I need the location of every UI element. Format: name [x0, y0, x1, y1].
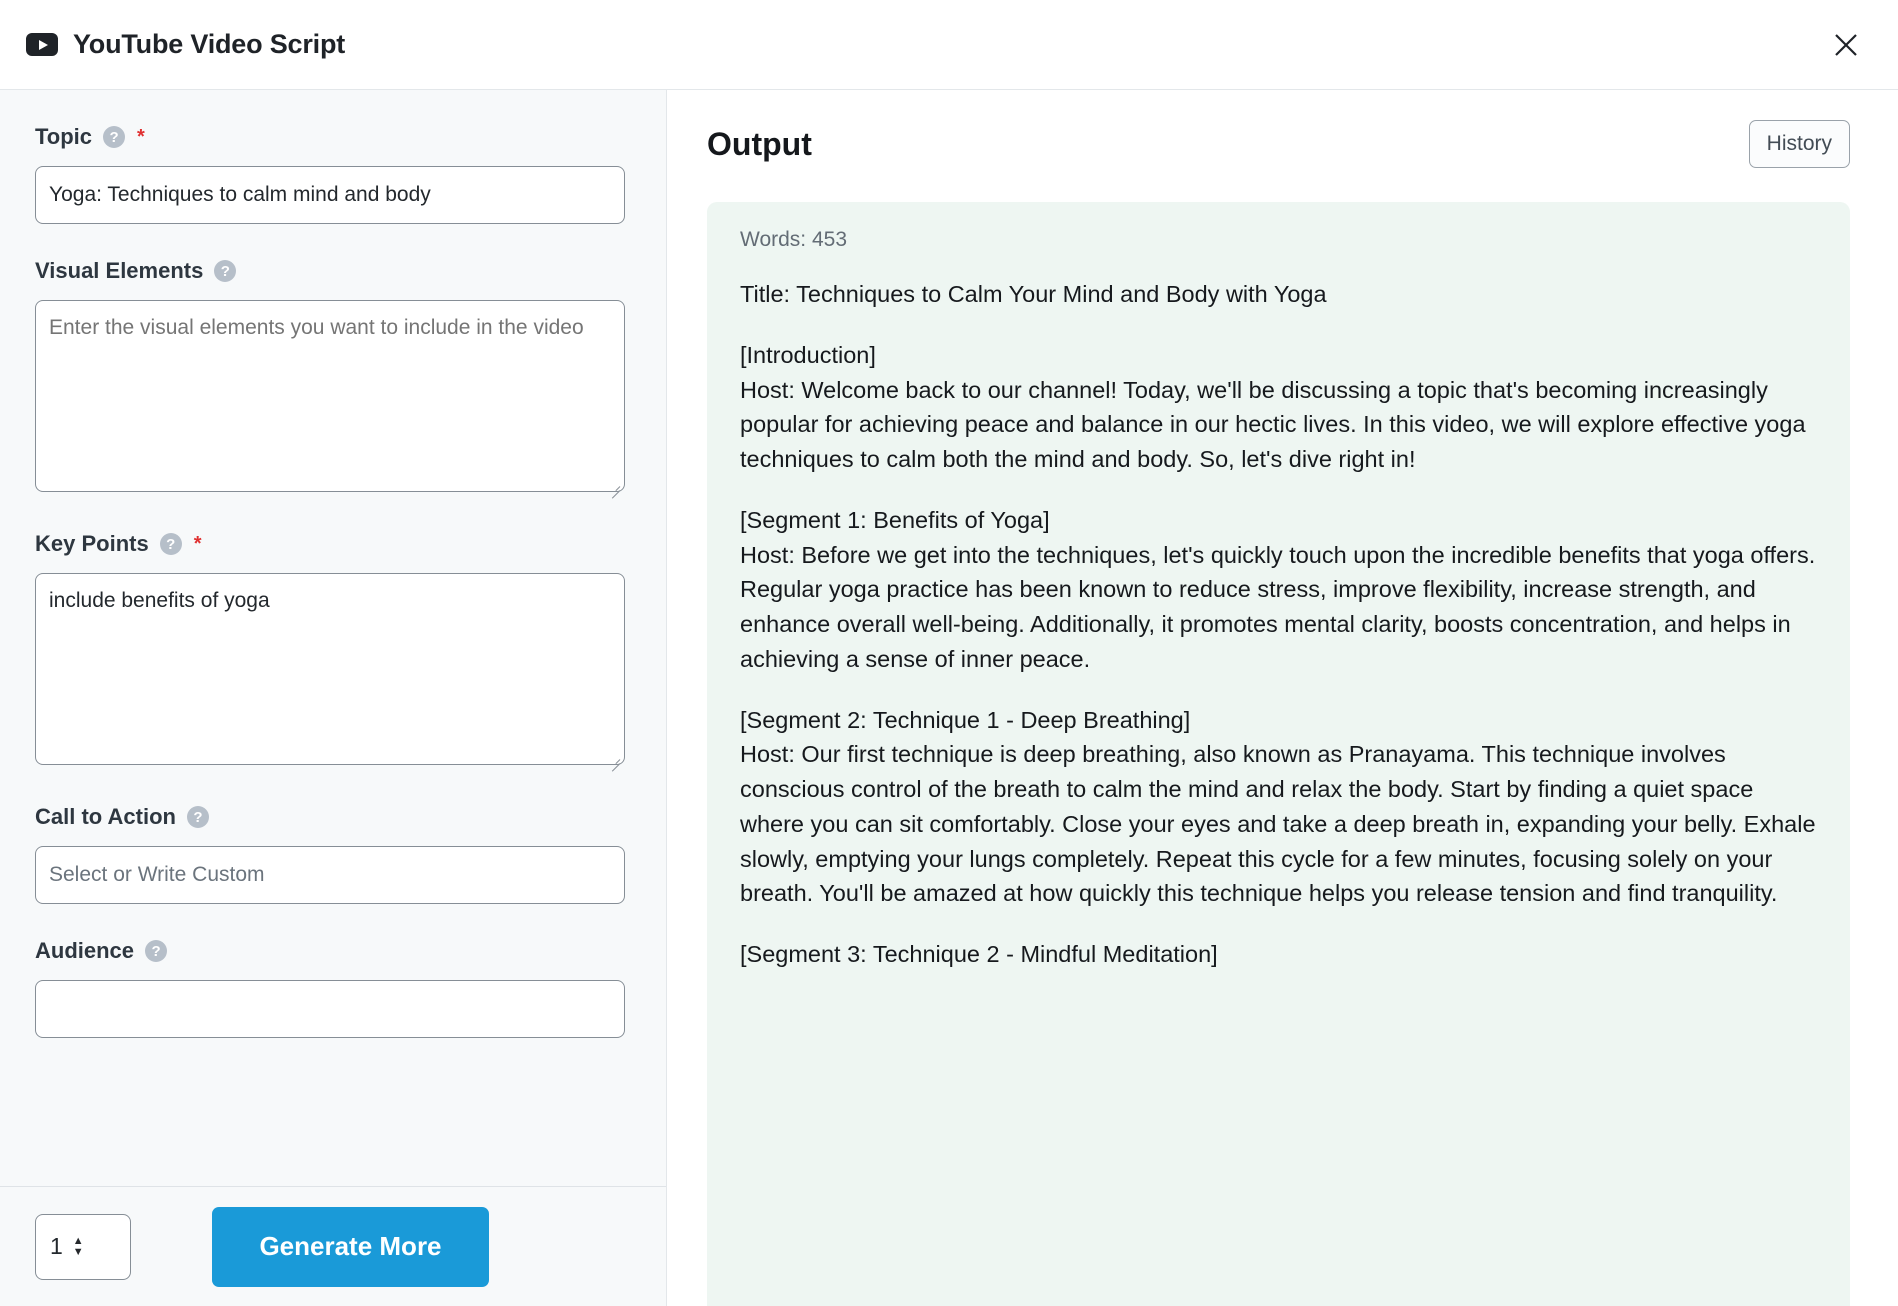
required-marker: * [193, 533, 202, 555]
stepper-arrows[interactable]: ▲ ▼ [73, 1235, 84, 1257]
field-topic: Topic ? * [35, 124, 631, 224]
required-marker: * [137, 126, 145, 148]
field-visual-elements-label: Visual Elements [35, 258, 204, 283]
output-title: Output [707, 125, 812, 162]
youtube-play-icon [26, 33, 58, 56]
form-panel: Topic ? * Visual Elements ? [0, 90, 667, 1306]
field-visual-elements-label-row: Visual Elements ? [35, 258, 631, 284]
help-circle-icon[interactable]: ? [214, 260, 237, 282]
output-panel: Output History Words: 453 Title: Techniq… [667, 90, 1898, 1306]
page-title: YouTube Video Script [73, 29, 346, 59]
field-call-to-action-label-row: Call to Action ? [35, 804, 631, 830]
help-circle-icon[interactable]: ? [145, 940, 168, 962]
key-points-textarea[interactable]: include benefits of yoga [35, 573, 625, 765]
field-audience: Audience ? [35, 938, 631, 1038]
field-topic-label-row: Topic ? * [35, 124, 631, 150]
generate-more-button[interactable]: Generate More [212, 1206, 489, 1287]
close-icon [1835, 33, 1857, 56]
field-audience-label-row: Audience ? [35, 938, 631, 964]
close-button[interactable] [1824, 23, 1868, 67]
output-paragraph: Title: Techniques to Calm Your Mind and … [740, 281, 1327, 307]
help-circle-icon[interactable]: ? [186, 806, 209, 828]
output-card[interactable]: Words: 453 Title: Techniques to Calm You… [707, 202, 1850, 1306]
field-key-points-label: Key Points [35, 531, 149, 556]
call-to-action-input[interactable] [35, 846, 625, 904]
brand: YouTube Video Script [26, 29, 345, 60]
form-footer: 1 ▲ ▼ Generate More [0, 1186, 666, 1306]
modal-body: Topic ? * Visual Elements ? [0, 90, 1898, 1306]
visual-elements-wrap [35, 300, 625, 499]
chevron-down-icon[interactable]: ▼ [73, 1246, 84, 1257]
field-visual-elements: Visual Elements ? [35, 258, 631, 499]
chevron-up-icon[interactable]: ▲ [73, 1235, 84, 1246]
help-circle-icon[interactable]: ? [103, 126, 126, 148]
output-paragraph: [Segment 3: Technique 2 - Mindful Medita… [740, 941, 1218, 968]
field-audience-label: Audience [35, 938, 135, 963]
field-key-points-label-row: Key Points ? * [35, 531, 631, 557]
output-paragraph: [Introduction] Host: Welcome back to our… [740, 341, 1806, 473]
field-call-to-action: Call to Action ? [35, 804, 631, 904]
key-points-wrap: include benefits of yoga [35, 573, 625, 772]
output-paragraph: [Segment 1: Benefits of Yoga] Host: Befo… [740, 506, 1816, 672]
field-topic-label: Topic [35, 124, 93, 149]
output-paragraph: [Segment 2: Technique 1 - Deep Breathing… [740, 706, 1816, 907]
modal-header: YouTube Video Script [0, 0, 1898, 90]
generation-count-value: 1 [50, 1233, 63, 1259]
output-text: Title: Techniques to Calm Your Mind and … [740, 277, 1817, 972]
help-circle-icon[interactable]: ? [159, 533, 182, 555]
word-count: Words: 453 [740, 228, 847, 251]
visual-elements-textarea[interactable] [35, 300, 625, 492]
field-call-to-action-label: Call to Action [35, 804, 176, 829]
generation-count-stepper[interactable]: 1 ▲ ▼ [35, 1213, 131, 1280]
youtube-script-modal: YouTube Video Script Topic ? * Yoga: Tec… [0, 0, 1898, 1306]
history-button[interactable]: History [1748, 120, 1850, 168]
form-scroll-area[interactable]: Topic ? * Visual Elements ? [0, 90, 666, 1186]
topic-input[interactable] [35, 166, 625, 224]
audience-input[interactable] [35, 980, 625, 1038]
output-header: Output History [707, 120, 1850, 168]
field-key-points: Key Points ? * include benefits of yoga [35, 531, 631, 772]
